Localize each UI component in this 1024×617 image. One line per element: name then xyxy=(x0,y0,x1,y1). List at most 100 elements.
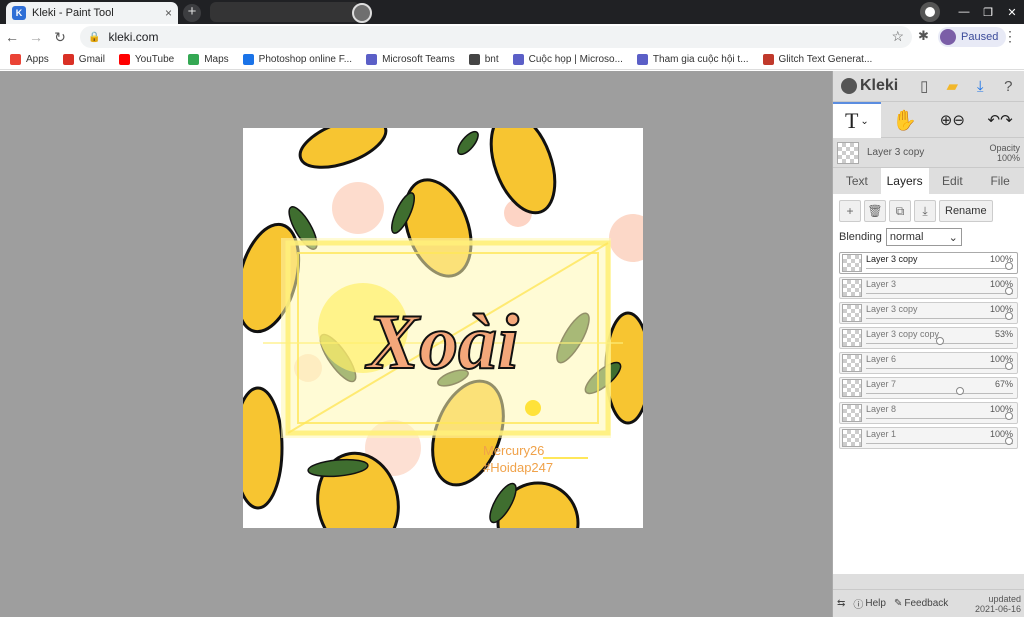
bookmark-label: YouTube xyxy=(134,54,175,65)
layer-row[interactable]: Layer 3 copy copy 53% xyxy=(839,327,1018,349)
lock-icon[interactable]: 🔒 xyxy=(88,32,100,43)
layer-list: Layer 3 copy 100% Layer 3 100% Layer 3 copy 1… xyxy=(839,252,1018,449)
layer-opacity-slider[interactable] xyxy=(866,437,1013,445)
feedback-label: Feedback xyxy=(904,598,949,609)
updated-value: 2021-06-16 xyxy=(974,603,1021,614)
tab-layers[interactable]: Layers xyxy=(880,168,929,194)
bookmark-item[interactable]: Apps xyxy=(10,54,49,65)
browser-title-bar: K Kleki - Paint Tool × + — ❐ ✕ xyxy=(0,0,1024,24)
address-bar[interactable]: 🔒 kleki.com ☆ xyxy=(80,26,912,48)
layer-row[interactable]: Layer 8 100% xyxy=(839,402,1018,424)
reload-icon[interactable]: ↻ xyxy=(48,29,72,46)
layer-row[interactable]: Layer 3 100% xyxy=(839,277,1018,299)
blurred-tab[interactable] xyxy=(210,2,360,22)
slider-knob[interactable] xyxy=(1005,412,1013,420)
slider-knob[interactable] xyxy=(935,337,944,345)
profile-circle-icon[interactable] xyxy=(920,2,940,22)
layer-row[interactable]: Layer 1 100% xyxy=(839,427,1018,449)
bookmark-icon xyxy=(118,54,130,65)
new-image-icon[interactable]: ▯ xyxy=(910,77,938,95)
kleki-logo[interactable]: Kleki xyxy=(841,77,898,95)
slider-knob[interactable] xyxy=(1005,262,1013,270)
layer-opacity-slider[interactable] xyxy=(866,287,1013,295)
new-tab-button[interactable]: + xyxy=(183,4,201,22)
close-window-icon[interactable]: ✕ xyxy=(1000,6,1024,19)
layer-name: Layer 3 xyxy=(866,279,897,289)
forward-icon[interactable]: → xyxy=(24,29,48,45)
bookmark-icon xyxy=(468,54,480,65)
bookmark-item[interactable]: Gmail xyxy=(62,54,105,65)
layer-row[interactable]: Layer 3 copy 100% xyxy=(839,302,1018,324)
bookmark-label: Apps xyxy=(26,54,49,65)
slider-knob[interactable] xyxy=(1005,362,1013,370)
back-icon[interactable]: ← xyxy=(0,29,24,45)
browser-menu-icon[interactable]: ⋮ xyxy=(1003,28,1017,45)
opacity-label: Opacity xyxy=(989,142,1020,153)
layer-opacity-slider[interactable] xyxy=(866,337,1013,345)
tab-edit[interactable]: Edit xyxy=(929,168,977,194)
slider-knob[interactable] xyxy=(1005,287,1013,295)
tab-file[interactable]: File xyxy=(976,168,1024,194)
bookmark-item[interactable]: Glitch Text Generat... xyxy=(762,54,872,65)
bookmark-item[interactable]: Maps xyxy=(188,54,229,65)
layer-thumbnail xyxy=(842,279,862,297)
blending-select[interactable]: normal ⌄ xyxy=(885,228,962,246)
url-text: kleki.com xyxy=(108,30,159,44)
bookmark-label: Cuộc họp | Microso... xyxy=(528,54,623,65)
text-tool-button[interactable]: T ⌄ xyxy=(833,102,881,138)
sidebar-header: Kleki ▯ ▰ ⤓ ? xyxy=(833,71,1024,102)
layer-thumbnail xyxy=(842,254,862,272)
rename-button[interactable]: Rename xyxy=(939,200,993,222)
current-layer-thumbnail xyxy=(837,141,859,164)
bookmark-label: Maps xyxy=(204,54,229,65)
minimize-icon[interactable]: — xyxy=(952,6,976,18)
layer-opacity-slider[interactable] xyxy=(866,262,1013,270)
layer-opacity-slider[interactable] xyxy=(866,312,1013,320)
canvas-workspace[interactable]: Xoài Mercury26 #Hoidap247 xyxy=(0,71,832,617)
slider-knob[interactable] xyxy=(1005,312,1013,320)
feedback-button[interactable]: ✎ Feedback xyxy=(894,598,948,609)
bookmark-item[interactable]: Cuộc họp | Microso... xyxy=(512,54,623,65)
bookmark-star-icon[interactable]: ☆ xyxy=(891,28,904,45)
layer-opacity-slider[interactable] xyxy=(866,412,1013,420)
layer-name: Layer 3 copy xyxy=(866,254,918,264)
layer-row[interactable]: Layer 3 copy 100% xyxy=(839,252,1018,274)
profile-paused-button[interactable]: Paused xyxy=(938,27,1007,47)
restore-icon[interactable]: ❐ xyxy=(976,6,1000,19)
tab-close-icon[interactable]: × xyxy=(165,6,172,20)
slider-knob[interactable] xyxy=(956,387,965,395)
sidebar-tabs: Text Layers Edit File xyxy=(833,168,1024,194)
bookmark-item[interactable]: YouTube xyxy=(118,54,175,65)
merge-down-icon[interactable]: ⤓ xyxy=(914,200,936,222)
extensions-icon[interactable]: ✱ xyxy=(918,28,929,44)
swap-sides-icon[interactable]: ⇆ xyxy=(837,598,845,609)
help-button[interactable]: ⓘ Help xyxy=(853,596,886,611)
tab-text[interactable]: Text xyxy=(833,168,881,194)
layer-opacity-slider[interactable] xyxy=(866,387,1013,395)
hand-tool-button[interactable]: ✋ xyxy=(881,102,929,138)
help-circle-icon[interactable]: ? xyxy=(994,78,1022,95)
layer-row[interactable]: Layer 7 67% xyxy=(839,377,1018,399)
layer-name: Layer 6 xyxy=(866,354,897,364)
open-folder-icon[interactable]: ▰ xyxy=(938,77,966,95)
bookmark-label: Gmail xyxy=(78,54,105,65)
layer-row[interactable]: Layer 6 100% xyxy=(839,352,1018,374)
bookmark-item[interactable]: Microsoft Teams xyxy=(366,54,455,65)
add-layer-icon[interactable]: + xyxy=(839,200,861,222)
drawing-canvas[interactable]: Xoài Mercury26 #Hoidap247 xyxy=(243,128,643,528)
bookmark-icon xyxy=(242,54,254,65)
blending-row: Blending normal ⌄ xyxy=(839,228,1018,246)
bookmark-item[interactable]: bnt xyxy=(468,54,499,65)
browser-tab[interactable]: K Kleki - Paint Tool × xyxy=(6,2,178,24)
layer-opacity-slider[interactable] xyxy=(866,362,1013,370)
bookmark-item[interactable]: Tham gia cuộc hội t... xyxy=(636,54,749,65)
slider-knob[interactable] xyxy=(1005,437,1013,445)
duplicate-layer-icon[interactable]: ⧉ xyxy=(889,200,911,222)
download-icon[interactable]: ⤓ xyxy=(966,78,994,95)
tool-bar: T ⌄ ✋ ⊕⊖ ↶↷ xyxy=(833,102,1024,138)
logo-text: Kleki xyxy=(860,77,899,94)
undo-redo-buttons[interactable]: ↶↷ xyxy=(976,102,1024,138)
delete-layer-icon[interactable]: 🗑 xyxy=(864,200,886,222)
bookmark-item[interactable]: Photoshop online F... xyxy=(242,54,352,65)
zoom-buttons[interactable]: ⊕⊖ xyxy=(929,102,977,138)
